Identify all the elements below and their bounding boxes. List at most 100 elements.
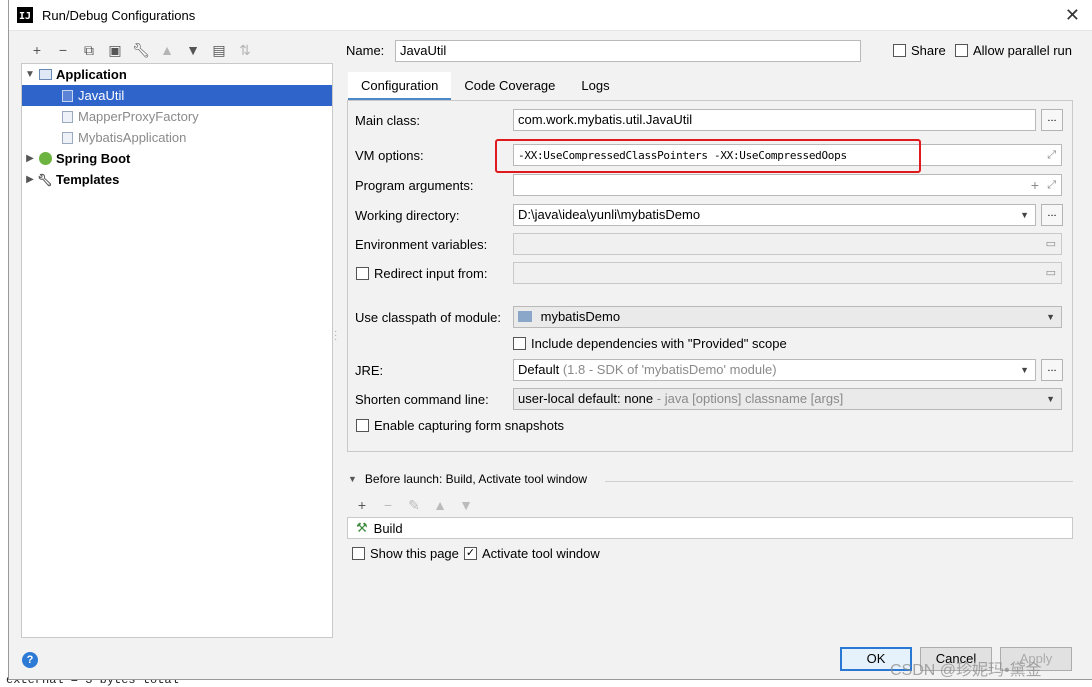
- splitter-handle[interactable]: · · ·: [334, 327, 337, 345]
- tree-group-spring-boot[interactable]: ▶ Spring Boot: [22, 148, 332, 169]
- jre-combo[interactable]: Default (1.8 - SDK of 'mybatisDemo' modu…: [513, 359, 1036, 381]
- move-up-icon[interactable]: ▲: [427, 496, 453, 514]
- name-label: Name:: [346, 43, 385, 58]
- chevron-down-icon[interactable]: ▼: [22, 69, 38, 80]
- add-icon[interactable]: +: [1031, 175, 1039, 195]
- wrench-icon: 🔧︎: [37, 172, 53, 187]
- tree-group-templates[interactable]: ▶ 🔧︎ Templates: [22, 169, 332, 190]
- show-page-label: Show this page: [370, 546, 459, 561]
- snapshots-label: Enable capturing form snapshots: [374, 418, 565, 433]
- expand-icon[interactable]: ⤢: [1047, 175, 1056, 195]
- working-dir-combo[interactable]: D:\java\idea\yunli\mybatisDemo ▼: [513, 204, 1036, 226]
- folder-icon[interactable]: ▭: [1046, 234, 1056, 254]
- copy-icon[interactable]: ⧉: [76, 40, 102, 60]
- share-checkbox[interactable]: Share: [893, 43, 946, 58]
- redirect-input-field[interactable]: ▭: [513, 262, 1062, 284]
- allow-parallel-label: Allow parallel run: [973, 43, 1072, 58]
- before-launch-header[interactable]: ▼ Before launch: Build, Activate tool wi…: [348, 472, 587, 486]
- move-up-icon[interactable]: ▲: [154, 40, 180, 60]
- folder-icon[interactable]: ▤: [206, 40, 232, 60]
- shorten-label: Shorten command line:: [355, 392, 489, 407]
- move-down-icon[interactable]: ▼: [453, 496, 479, 514]
- hammer-icon: ⚒: [356, 520, 368, 535]
- include-provided-checkbox[interactable]: Include dependencies with "Provided" sco…: [513, 336, 787, 351]
- browse-main-class-button[interactable]: ...: [1041, 109, 1063, 131]
- program-args-field[interactable]: + ⤢: [513, 174, 1062, 196]
- checkbox-box[interactable]: [356, 267, 369, 280]
- config-icon: [60, 131, 74, 145]
- remove-icon[interactable]: −: [50, 40, 76, 60]
- main-class-label: Main class:: [355, 113, 421, 128]
- config-icon: [60, 110, 74, 124]
- checkbox-box[interactable]: [356, 419, 369, 432]
- shorten-combo[interactable]: user-local default: none - java [options…: [513, 388, 1062, 410]
- watermark: CSDN @珍妮玛•黛金: [890, 662, 1042, 679]
- tree-item-javautil[interactable]: JavaUtil: [22, 85, 332, 106]
- chevron-down-icon[interactable]: ▼: [1046, 307, 1055, 327]
- tab-bar: Configuration Code Coverage Logs: [348, 72, 623, 100]
- env-vars-label: Environment variables:: [355, 237, 488, 252]
- chevron-down-icon[interactable]: ▼: [1046, 389, 1055, 409]
- checkmark-icon[interactable]: ✓: [464, 547, 477, 560]
- activate-window-checkbox[interactable]: ✓ Activate tool window: [464, 546, 600, 561]
- tree-item-label: Templates: [56, 172, 120, 187]
- tree-item-mybatisapplication[interactable]: MybatisApplication: [22, 127, 332, 148]
- chevron-right-icon[interactable]: ▶: [22, 174, 38, 185]
- help-icon[interactable]: ?: [22, 652, 38, 668]
- chevron-right-icon[interactable]: ▶: [22, 153, 38, 164]
- checkbox-box[interactable]: [352, 547, 365, 560]
- edit-icon[interactable]: ✎: [401, 496, 427, 514]
- remove-icon[interactable]: −: [375, 496, 401, 514]
- checkbox-box[interactable]: [893, 44, 906, 57]
- save-icon[interactable]: ▣: [102, 40, 128, 60]
- add-icon[interactable]: +: [24, 40, 50, 60]
- tree-group-application[interactable]: ▼ Application: [22, 64, 332, 85]
- classpath-value: mybatisDemo: [540, 309, 621, 324]
- tree-item-label: JavaUtil: [78, 88, 125, 103]
- snapshots-checkbox[interactable]: Enable capturing form snapshots: [356, 418, 564, 433]
- close-icon[interactable]: ✕: [1065, 5, 1080, 26]
- config-icon: [60, 89, 74, 103]
- before-launch-list: ⚒ Build: [347, 517, 1073, 539]
- show-page-checkbox[interactable]: Show this page: [352, 546, 459, 561]
- env-vars-field[interactable]: ▭: [513, 233, 1062, 255]
- name-field[interactable]: JavaUtil: [395, 40, 861, 62]
- tab-logs[interactable]: Logs: [568, 72, 622, 100]
- chevron-down-icon[interactable]: ▼: [348, 474, 357, 484]
- move-down-icon[interactable]: ▼: [180, 40, 206, 60]
- chevron-down-icon[interactable]: ▼: [1020, 205, 1029, 225]
- tree-toolbar: + − ⧉ ▣ 🔧︎ ▲ ▼ ▤ ⇅: [24, 40, 258, 60]
- tab-code-coverage[interactable]: Code Coverage: [451, 72, 568, 100]
- jre-label: JRE:: [355, 363, 384, 378]
- main-class-field[interactable]: com.work.mybatis.util.JavaUtil: [513, 109, 1036, 131]
- classpath-label: Use classpath of module:: [355, 310, 501, 325]
- application-icon: [38, 68, 52, 82]
- allow-parallel-checkbox[interactable]: Allow parallel run: [955, 43, 1072, 58]
- sort-icon[interactable]: ⇅: [232, 40, 258, 60]
- include-provided-label: Include dependencies with "Provided" sco…: [531, 336, 787, 351]
- jre-value: Default: [518, 362, 560, 377]
- chevron-down-icon[interactable]: ▼: [1020, 360, 1029, 380]
- wrench-icon[interactable]: 🔧︎: [128, 40, 154, 60]
- before-launch-toolbar: + − ✎ ▲ ▼: [349, 496, 479, 514]
- intellij-app-icon: IJ: [17, 7, 33, 23]
- before-launch-title: Before launch: Build, Activate tool wind…: [364, 472, 588, 486]
- browse-working-dir-button[interactable]: ...: [1041, 204, 1063, 226]
- browse-jre-button[interactable]: ...: [1041, 359, 1063, 381]
- tree-item-mapperproxyfactory[interactable]: MapperProxyFactory: [22, 106, 332, 127]
- module-icon: [518, 311, 532, 322]
- tree-item-label: Spring Boot: [56, 151, 131, 166]
- program-args-label: Program arguments:: [355, 178, 474, 193]
- expand-icon[interactable]: ⤢: [1047, 145, 1056, 165]
- add-icon[interactable]: +: [349, 496, 375, 514]
- checkbox-box[interactable]: [513, 337, 526, 350]
- run-debug-dialog: IJ Run/Debug Configurations ✕ + − ⧉ ▣ 🔧︎…: [8, 0, 1092, 680]
- classpath-combo[interactable]: mybatisDemo ▼: [513, 306, 1062, 328]
- shorten-detail: - java [options] classname [args]: [656, 391, 844, 406]
- checkbox-box[interactable]: [955, 44, 968, 57]
- list-item[interactable]: Build: [374, 521, 403, 536]
- title-bar: IJ Run/Debug Configurations ✕: [9, 0, 1092, 31]
- folder-icon[interactable]: ▭: [1046, 263, 1056, 283]
- redirect-input-checkbox[interactable]: Redirect input from:: [356, 266, 487, 281]
- tab-configuration[interactable]: Configuration: [348, 72, 452, 100]
